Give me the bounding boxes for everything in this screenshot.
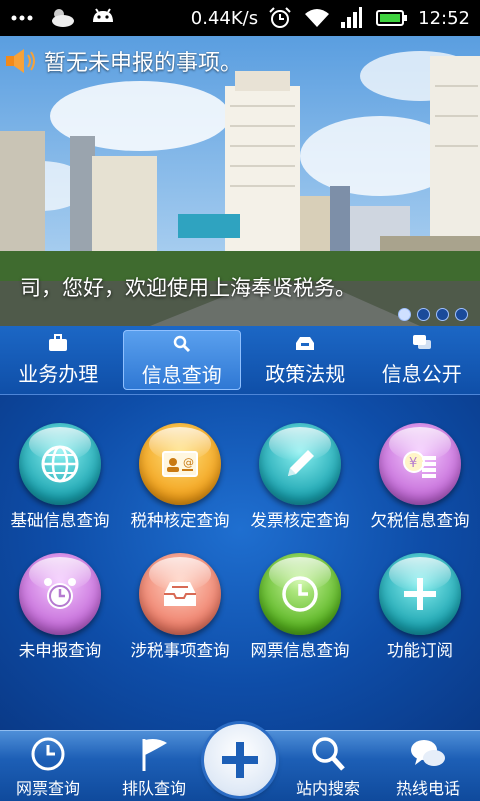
chat-icon bbox=[412, 334, 432, 352]
nav-label: 网票查询 bbox=[0, 775, 96, 799]
svg-text:@: @ bbox=[183, 456, 194, 469]
nav-label: 排队查询 bbox=[106, 775, 202, 799]
chat-bubbles-icon bbox=[409, 735, 447, 773]
battery-icon bbox=[376, 6, 408, 30]
carousel-dot[interactable] bbox=[398, 308, 411, 321]
notice-bar: 暂无未申报的事项。 bbox=[0, 46, 480, 76]
feature-grid: 基础信息查询 @ 税种核定查询 发票核定查询 ¥ 欠税信息查询 未申报查询 涉税… bbox=[0, 395, 480, 730]
inbox-icon bbox=[295, 334, 315, 352]
alarm-icon bbox=[268, 6, 294, 30]
nav-hotline[interactable]: 热线电话 bbox=[380, 731, 476, 801]
carousel-indicator bbox=[398, 308, 468, 321]
nav-label: 站内搜索 bbox=[280, 775, 376, 799]
carousel-dot[interactable] bbox=[436, 308, 449, 321]
nav-site-search[interactable]: 站内搜索 bbox=[280, 731, 376, 801]
tab-label: 信息查询 bbox=[124, 359, 241, 388]
item-label: 网票信息查询 bbox=[234, 637, 366, 661]
basic-info-query-item[interactable]: 基础信息查询 bbox=[0, 395, 120, 545]
tab-label: 政策法规 bbox=[247, 358, 364, 387]
search-icon bbox=[172, 335, 192, 353]
globe-icon bbox=[19, 423, 101, 505]
tab-info-query[interactable]: 信息查询 bbox=[123, 330, 242, 390]
tray-icon bbox=[139, 553, 221, 635]
item-label: 涉税事项查询 bbox=[114, 637, 246, 661]
banner-carousel[interactable]: 暂无未申报的事项。 司，您好，欢迎使用上海奉贤税务。 bbox=[0, 36, 480, 326]
cloud-icon bbox=[50, 6, 76, 30]
notice-text: 暂无未申报的事项。 bbox=[44, 45, 242, 77]
search-icon bbox=[309, 735, 347, 773]
signal-icon bbox=[340, 6, 366, 30]
alarm-clock-icon bbox=[19, 553, 101, 635]
e-invoice-query-item[interactable]: 网票信息查询 bbox=[240, 525, 360, 675]
coin-stack-icon: ¥ bbox=[379, 423, 461, 505]
subscription-item[interactable]: 功能订阅 bbox=[360, 525, 480, 675]
clock-icon bbox=[29, 735, 67, 773]
center-add-button[interactable] bbox=[204, 724, 276, 796]
invoice-query-item[interactable]: 发票核定查询 bbox=[240, 395, 360, 545]
carousel-dot[interactable] bbox=[417, 308, 430, 321]
briefcase-icon bbox=[48, 334, 68, 352]
tab-business[interactable]: 业务办理 bbox=[0, 326, 117, 394]
contact-card-icon: @ bbox=[139, 423, 221, 505]
network-speed: 0.44K/s bbox=[191, 8, 258, 29]
pencil-icon bbox=[259, 423, 341, 505]
tab-policy[interactable]: 政策法规 bbox=[247, 326, 364, 394]
tab-disclosure[interactable]: 信息公开 bbox=[364, 326, 480, 394]
status-bar: 0.44K/s 12:52 bbox=[0, 0, 480, 36]
menu-dots-icon bbox=[10, 6, 36, 30]
plus-icon bbox=[379, 553, 461, 635]
wifi-icon bbox=[304, 6, 330, 30]
tab-label: 业务办理 bbox=[0, 358, 117, 387]
clock-icon bbox=[259, 553, 341, 635]
item-label: 未申报查询 bbox=[0, 637, 126, 661]
tax-arrears-query-item[interactable]: ¥ 欠税信息查询 bbox=[360, 395, 480, 545]
carousel-dot[interactable] bbox=[455, 308, 468, 321]
tab-label: 信息公开 bbox=[364, 358, 480, 387]
nav-queue-query[interactable]: 排队查询 bbox=[106, 731, 202, 801]
tax-type-query-item[interactable]: @ 税种核定查询 bbox=[120, 395, 240, 545]
welcome-text: 司，您好，欢迎使用上海奉贤税务。 bbox=[20, 272, 356, 302]
category-tabs: 业务办理 信息查询 政策法规 信息公开 bbox=[0, 326, 480, 395]
undeclared-query-item[interactable]: 未申报查询 bbox=[0, 525, 120, 675]
nav-label: 热线电话 bbox=[380, 775, 476, 799]
flag-icon bbox=[135, 735, 173, 773]
item-label: 功能订阅 bbox=[354, 637, 480, 661]
android-icon bbox=[90, 6, 116, 30]
nav-e-invoice-query[interactable]: 网票查询 bbox=[0, 731, 96, 801]
clock-time: 12:52 bbox=[418, 8, 470, 29]
svg-text:¥: ¥ bbox=[409, 456, 417, 471]
tax-matters-query-item[interactable]: 涉税事项查询 bbox=[120, 525, 240, 675]
speaker-icon bbox=[4, 48, 38, 74]
plus-icon bbox=[218, 738, 262, 782]
